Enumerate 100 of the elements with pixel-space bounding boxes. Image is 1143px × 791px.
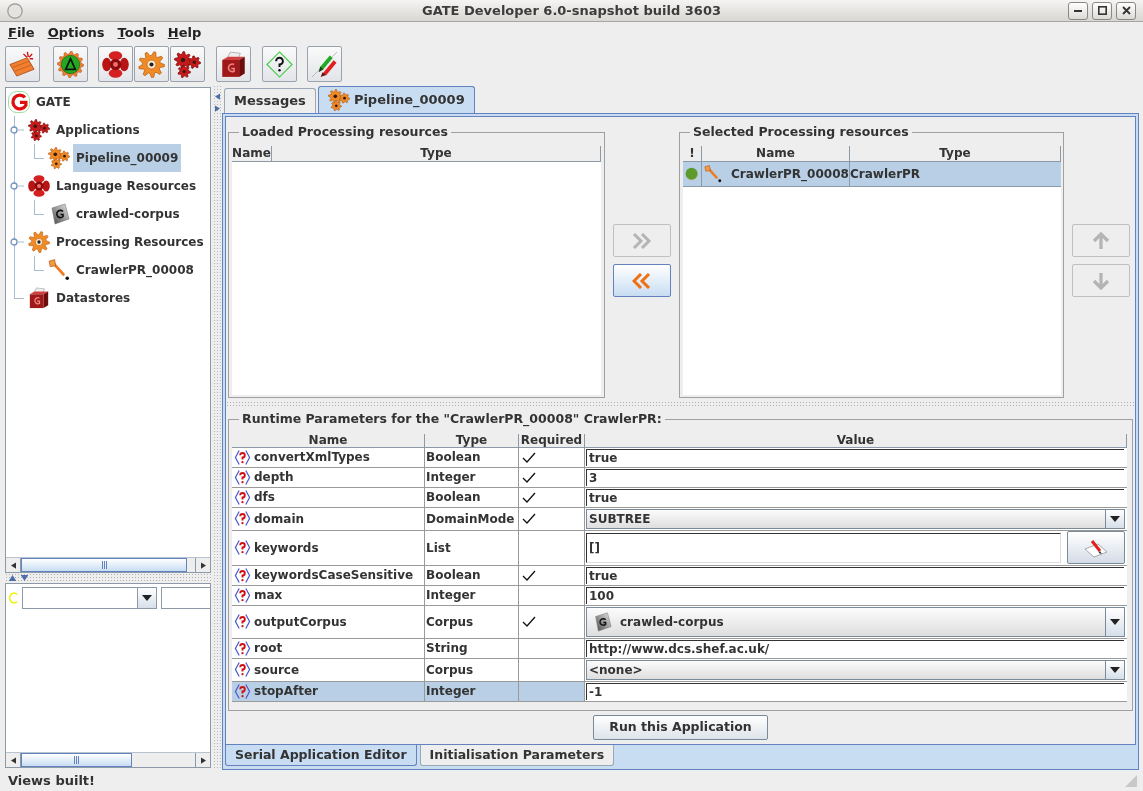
caret-icon	[1110, 618, 1120, 625]
tree-item[interactable]: Datastores	[53, 284, 134, 312]
table-row[interactable]: CrawlerPR_00008CrawlerPR	[683, 161, 1061, 187]
expand-handle-icon[interactable]	[10, 238, 24, 246]
parameter-name: max	[254, 587, 283, 605]
close-button[interactable]	[1116, 1, 1136, 20]
menu-item[interactable]: Tools	[111, 22, 161, 43]
dropdown[interactable]	[22, 587, 157, 609]
column-header[interactable]: Required	[519, 433, 585, 448]
down-triangle-icon[interactable]	[20, 575, 29, 581]
tree-item[interactable]: crawled-corpus	[73, 200, 183, 228]
help-icon	[234, 468, 251, 486]
right-triangle-icon[interactable]	[215, 105, 220, 112]
text-field[interactable]: 100	[586, 586, 1124, 604]
table-row[interactable]: source Corpus <none>	[232, 658, 1127, 682]
run-button[interactable]: Run this Application	[593, 714, 768, 740]
gear-icon	[28, 231, 50, 253]
arc-icon	[9, 592, 18, 604]
caret-icon	[142, 595, 152, 601]
minimize-button[interactable]	[1068, 1, 1088, 20]
dropdown[interactable]: SUBTREE	[586, 508, 1125, 529]
column-header[interactable]: Name	[232, 145, 272, 162]
table-row[interactable]: max Integer 100	[232, 585, 1127, 606]
tab[interactable]: Initialisation Parameters	[419, 745, 615, 766]
column-header[interactable]: Value	[585, 433, 1127, 448]
expand-handle-icon[interactable]	[10, 126, 24, 134]
horizontal-scrollbar[interactable]	[6, 752, 210, 767]
box-icon	[220, 50, 247, 78]
toolbar-button[interactable]	[262, 46, 297, 82]
dropdown[interactable]: crawled-corpus	[586, 606, 1125, 637]
column-header[interactable]: Name	[702, 145, 850, 162]
remove-button[interactable]	[613, 264, 671, 297]
parameter-name: outputCorpus	[254, 613, 347, 631]
text-field[interactable]: 3	[586, 468, 1124, 486]
caret-icon	[1110, 666, 1120, 673]
tab[interactable]: Serial Application Editor	[225, 745, 417, 766]
text-field[interactable]: -1	[586, 682, 1124, 700]
grip-icon	[101, 561, 107, 569]
circle-icon[interactable]	[7, 2, 23, 19]
text-field[interactable]: []	[586, 532, 1061, 563]
table-row[interactable]: depth Integer 3	[232, 467, 1127, 488]
table-cell: String	[425, 638, 519, 658]
menu-item[interactable]: File	[2, 22, 41, 43]
resize-grip-icon[interactable]	[1125, 774, 1137, 787]
table-row[interactable]: root String http://www.dcs.shef.ac.uk/	[232, 638, 1127, 659]
dropdown[interactable]: <none>	[586, 659, 1125, 680]
petal-icon	[102, 50, 129, 78]
left-arrow-icon	[10, 756, 16, 764]
tree-item[interactable]: CrawlerPR_00008	[73, 256, 197, 284]
toolbar-button[interactable]	[216, 46, 251, 82]
panel-title: Loaded Processing resources	[241, 123, 449, 141]
table-row[interactable]: keywordsCaseSensitive Boolean true	[232, 565, 1127, 586]
parameter-name: domain	[254, 510, 305, 528]
tree-item[interactable]: Language Resources	[53, 172, 200, 200]
table-row[interactable]: domain DomainMode SUBTREE	[232, 507, 1127, 531]
logo-icon	[8, 91, 30, 113]
table-row[interactable]: dfs Boolean true	[232, 487, 1127, 508]
help-icon	[234, 639, 251, 657]
text-field[interactable]: http://www.dcs.shef.ac.uk/	[586, 639, 1124, 657]
text-field[interactable]: true	[586, 566, 1124, 584]
table-row[interactable]: convertXmlTypes Boolean true	[232, 447, 1127, 468]
text-field[interactable]: true	[586, 488, 1124, 506]
expand-handle-icon[interactable]	[10, 182, 24, 190]
help-icon	[234, 682, 251, 700]
table-cell: DomainMode	[425, 507, 519, 530]
tab[interactable]: Messages	[224, 88, 316, 113]
tab[interactable]: Pipeline_00009	[317, 86, 475, 113]
tree-item[interactable]: Applications	[53, 116, 143, 144]
toolbar-button[interactable]	[170, 46, 205, 82]
gears-icon	[28, 119, 50, 141]
edit-button[interactable]	[1067, 531, 1125, 565]
scroll-thumb[interactable]	[21, 753, 132, 767]
scroll-thumb[interactable]	[21, 558, 187, 572]
table-row[interactable]: keywords List []	[232, 530, 1127, 566]
help-icon	[234, 510, 251, 528]
gears-icon	[174, 50, 201, 78]
horizontal-scrollbar[interactable]	[6, 557, 210, 572]
column-header[interactable]: !	[683, 145, 702, 162]
table-row[interactable]: stopAfter Integer -1	[232, 681, 1127, 702]
menu-item[interactable]: Options	[41, 22, 111, 43]
menu-item[interactable]: Help	[161, 22, 208, 43]
column-header[interactable]: Type	[850, 145, 1061, 162]
document-icon	[592, 611, 612, 632]
left-triangle-icon[interactable]	[215, 93, 220, 100]
column-header[interactable]: Type	[272, 145, 601, 162]
tree-item[interactable]: Processing Resources	[53, 228, 207, 256]
column-header[interactable]: Name	[232, 433, 425, 448]
tree-item[interactable]: GATE	[33, 88, 74, 116]
tree-item[interactable]: Pipeline_00009	[73, 144, 182, 172]
close-icon	[1121, 6, 1131, 15]
text-field[interactable]: true	[586, 448, 1124, 466]
up-triangle-icon[interactable]	[8, 575, 17, 581]
table-row[interactable]: outputCorpus Corpus crawled-corpus	[232, 605, 1127, 639]
panel-title: Selected Processing resources	[692, 123, 910, 141]
toolbar-button[interactable]	[53, 46, 88, 82]
help-icon	[234, 613, 251, 631]
text-field[interactable]	[161, 587, 210, 609]
column-header[interactable]: Type	[425, 433, 519, 448]
toolbar-button[interactable]	[98, 46, 133, 82]
maximize-button[interactable]	[1092, 1, 1112, 20]
